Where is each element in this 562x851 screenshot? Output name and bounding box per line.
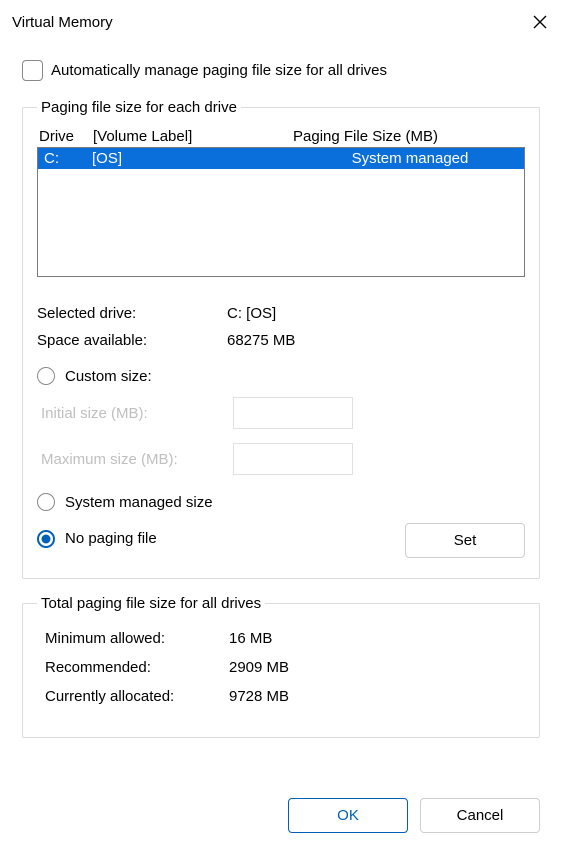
min-allowed-row: Minimum allowed: 16 MB xyxy=(45,630,525,647)
recommended-value: 2909 MB xyxy=(229,659,289,676)
cancel-button[interactable]: Cancel xyxy=(420,798,540,833)
system-managed-option[interactable]: System managed size xyxy=(37,493,525,511)
dialog-footer: OK Cancel xyxy=(288,798,540,833)
system-managed-label: System managed size xyxy=(65,494,213,511)
custom-size-label: Custom size: xyxy=(65,368,152,385)
row-pfsize: System managed xyxy=(300,150,520,167)
recommended-label: Recommended: xyxy=(45,659,229,676)
recommended-row: Recommended: 2909 MB xyxy=(45,659,525,676)
totals-legend: Total paging file size for all drives xyxy=(37,595,265,612)
min-allowed-label: Minimum allowed: xyxy=(45,630,229,647)
custom-size-option[interactable]: Custom size: xyxy=(37,367,525,385)
drive-group: Paging file size for each drive Drive [V… xyxy=(22,99,540,579)
custom-size-radio[interactable] xyxy=(37,367,55,385)
allocated-row: Currently allocated: 9728 MB xyxy=(45,688,525,705)
close-icon xyxy=(533,15,547,29)
maximum-size-input[interactable] xyxy=(233,443,353,475)
custom-size-inputs: Initial size (MB): Maximum size (MB): xyxy=(41,397,525,475)
min-allowed-value: 16 MB xyxy=(229,630,272,647)
auto-manage-label: Automatically manage paging file size fo… xyxy=(51,62,387,79)
drive-listbox[interactable]: C: [OS] System managed xyxy=(37,147,525,277)
ok-button[interactable]: OK xyxy=(288,798,408,833)
window-title: Virtual Memory xyxy=(12,14,113,31)
space-available-row: Space available: 68275 MB xyxy=(37,332,525,349)
list-item[interactable]: C: [OS] System managed xyxy=(38,148,524,169)
set-button[interactable]: Set xyxy=(405,523,525,558)
selected-drive-label: Selected drive: xyxy=(37,305,227,322)
auto-manage-row: Automatically manage paging file size fo… xyxy=(22,60,540,81)
header-pfsize: Paging File Size (MB) xyxy=(293,128,523,145)
row-volume: [OS] xyxy=(92,150,300,167)
space-available-value: 68275 MB xyxy=(227,332,295,349)
row-drive: C: xyxy=(42,150,92,167)
no-paging-label: No paging file xyxy=(65,530,157,547)
dialog-content: Automatically manage paging file size fo… xyxy=(0,40,562,738)
totals-group: Total paging file size for all drives Mi… xyxy=(22,595,540,738)
no-paging-radio[interactable] xyxy=(37,530,55,548)
space-available-label: Space available: xyxy=(37,332,227,349)
no-paging-option[interactable]: No paging file xyxy=(37,530,157,548)
titlebar: Virtual Memory xyxy=(0,0,562,40)
allocated-value: 9728 MB xyxy=(229,688,289,705)
selected-drive-value: C: [OS] xyxy=(227,305,276,322)
selected-drive-row: Selected drive: C: [OS] xyxy=(37,305,525,322)
initial-size-input[interactable] xyxy=(233,397,353,429)
allocated-label: Currently allocated: xyxy=(45,688,229,705)
header-volume: [Volume Label] xyxy=(93,128,293,145)
close-button[interactable] xyxy=(530,12,550,32)
auto-manage-checkbox[interactable] xyxy=(22,60,43,81)
system-managed-radio[interactable] xyxy=(37,493,55,511)
maximum-size-label: Maximum size (MB): xyxy=(41,451,221,468)
drive-group-legend: Paging file size for each drive xyxy=(37,99,241,116)
header-drive: Drive xyxy=(39,128,93,145)
initial-size-label: Initial size (MB): xyxy=(41,405,221,422)
drive-list-header: Drive [Volume Label] Paging File Size (M… xyxy=(37,124,525,147)
